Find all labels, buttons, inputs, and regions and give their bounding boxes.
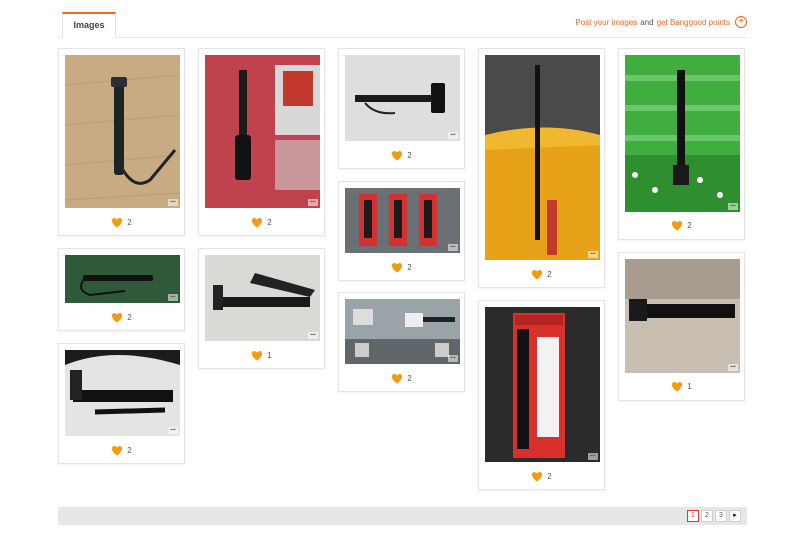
- likes-row: 2: [479, 269, 604, 280]
- selfie-stick-photo: [485, 307, 600, 462]
- likes-row: 2: [479, 471, 604, 482]
- heart-icon[interactable]: [111, 312, 123, 323]
- gallery-icon: ▪▪▪: [308, 332, 318, 339]
- review-image-card[interactable]: ▪▪▪ 1: [198, 248, 325, 369]
- review-image-card[interactable]: ▪▪▪ 2: [58, 248, 185, 331]
- gallery-icon: ▪▪▪: [448, 244, 458, 251]
- review-photo[interactable]: ▪▪▪: [345, 299, 460, 364]
- like-count: 2: [547, 270, 552, 279]
- review-image-card[interactable]: ▪▪▪ 2: [478, 300, 605, 490]
- gallery-icon: ▪▪▪: [308, 199, 318, 206]
- review-photo[interactable]: ▪▪▪: [205, 255, 320, 341]
- pagination: 1 2 3 ▸: [687, 510, 741, 522]
- likes-row: 2: [339, 150, 464, 161]
- selfie-stick-photo: [345, 299, 460, 364]
- review-photo[interactable]: ▪▪▪: [345, 188, 460, 253]
- review-image-card[interactable]: ▪▪▪ 2: [58, 343, 185, 464]
- like-count: 2: [547, 472, 552, 481]
- likes-row: 1: [619, 381, 744, 392]
- selfie-stick-photo: [205, 55, 320, 208]
- post-images-link[interactable]: Post your images: [575, 18, 637, 27]
- likes-row: 2: [339, 373, 464, 384]
- like-count: 1: [687, 382, 692, 391]
- promo-and-text: and: [640, 17, 654, 27]
- like-count: 2: [407, 374, 412, 383]
- review-image-card[interactable]: ▪▪▪ 1: [618, 252, 745, 401]
- gallery-icon: ▪▪▪: [588, 453, 598, 460]
- likes-row: 1: [199, 350, 324, 361]
- like-count: 2: [407, 151, 412, 160]
- like-count: 2: [127, 446, 132, 455]
- selfie-stick-photo: [625, 259, 740, 373]
- heart-icon[interactable]: [251, 217, 263, 228]
- gallery-icon: ▪▪▪: [588, 251, 598, 258]
- gallery-icon: ▪▪▪: [168, 199, 178, 206]
- pagination-bar: 1 2 3 ▸: [58, 507, 747, 525]
- next-page-icon[interactable]: ▸: [729, 510, 741, 522]
- review-image-card[interactable]: ▪▪▪ 2: [198, 48, 325, 236]
- selfie-stick-photo: [345, 55, 460, 141]
- review-image-card[interactable]: ▪▪▪ 2: [58, 48, 185, 236]
- review-image-card[interactable]: ▪▪▪ 2: [478, 48, 605, 288]
- promo-text: Post your images and get Banggood points…: [575, 16, 747, 28]
- selfie-stick-photo: [65, 55, 180, 208]
- review-photo[interactable]: ▪▪▪: [205, 55, 320, 208]
- selfie-stick-photo: [65, 350, 180, 436]
- likes-row: 2: [59, 445, 184, 456]
- review-photo[interactable]: ▪▪▪: [65, 350, 180, 436]
- get-points-link[interactable]: get Banggood points: [657, 18, 730, 27]
- selfie-stick-photo: [65, 255, 180, 303]
- review-photo[interactable]: ▪▪▪: [485, 307, 600, 462]
- review-photo[interactable]: ▪▪▪: [65, 55, 180, 208]
- plus-icon[interactable]: +: [735, 16, 747, 28]
- heart-icon[interactable]: [251, 350, 263, 361]
- review-photo[interactable]: ▪▪▪: [65, 255, 180, 303]
- heart-icon[interactable]: [671, 381, 683, 392]
- heart-icon[interactable]: [391, 150, 403, 161]
- heart-icon[interactable]: [391, 262, 403, 273]
- heart-icon[interactable]: [111, 445, 123, 456]
- likes-row: 2: [59, 312, 184, 323]
- page-2-button[interactable]: 2: [701, 510, 713, 522]
- heart-icon[interactable]: [111, 217, 123, 228]
- review-image-card[interactable]: ▪▪▪ 2: [338, 48, 465, 169]
- review-image-card[interactable]: ▪▪▪ 2: [338, 292, 465, 392]
- page-1-button[interactable]: 1: [687, 510, 699, 522]
- like-count: 2: [127, 218, 132, 227]
- likes-row: 2: [59, 217, 184, 228]
- review-image-card[interactable]: ▪▪▪ 2: [618, 48, 745, 240]
- like-count: 2: [127, 313, 132, 322]
- selfie-stick-photo: [485, 55, 600, 260]
- like-count: 2: [687, 221, 692, 230]
- like-count: 2: [407, 263, 412, 272]
- heart-icon[interactable]: [531, 269, 543, 280]
- likes-row: 2: [619, 220, 744, 231]
- heart-icon[interactable]: [671, 220, 683, 231]
- heart-icon[interactable]: [531, 471, 543, 482]
- images-tabbar: Images Post your images and get Banggood…: [58, 12, 747, 38]
- likes-row: 2: [339, 262, 464, 273]
- review-photo[interactable]: ▪▪▪: [625, 259, 740, 373]
- review-photo[interactable]: ▪▪▪: [485, 55, 600, 260]
- like-count: 1: [267, 351, 272, 360]
- selfie-stick-photo: [205, 255, 320, 341]
- gallery-icon: ▪▪▪: [168, 427, 178, 434]
- heart-icon[interactable]: [391, 373, 403, 384]
- likes-row: 2: [199, 217, 324, 228]
- gallery-icon: ▪▪▪: [728, 203, 738, 210]
- gallery-icon: ▪▪▪: [448, 355, 458, 362]
- review-image-card[interactable]: ▪▪▪ 2: [338, 181, 465, 281]
- page-3-button[interactable]: 3: [715, 510, 727, 522]
- review-photo[interactable]: ▪▪▪: [625, 55, 740, 212]
- gallery-icon: ▪▪▪: [448, 132, 458, 139]
- review-photo[interactable]: ▪▪▪: [345, 55, 460, 141]
- tab-images[interactable]: Images: [62, 12, 116, 38]
- gallery-icon: ▪▪▪: [168, 294, 178, 301]
- selfie-stick-photo: [625, 55, 740, 212]
- gallery-icon: ▪▪▪: [728, 364, 738, 371]
- like-count: 2: [267, 218, 272, 227]
- selfie-stick-photo: [345, 188, 460, 253]
